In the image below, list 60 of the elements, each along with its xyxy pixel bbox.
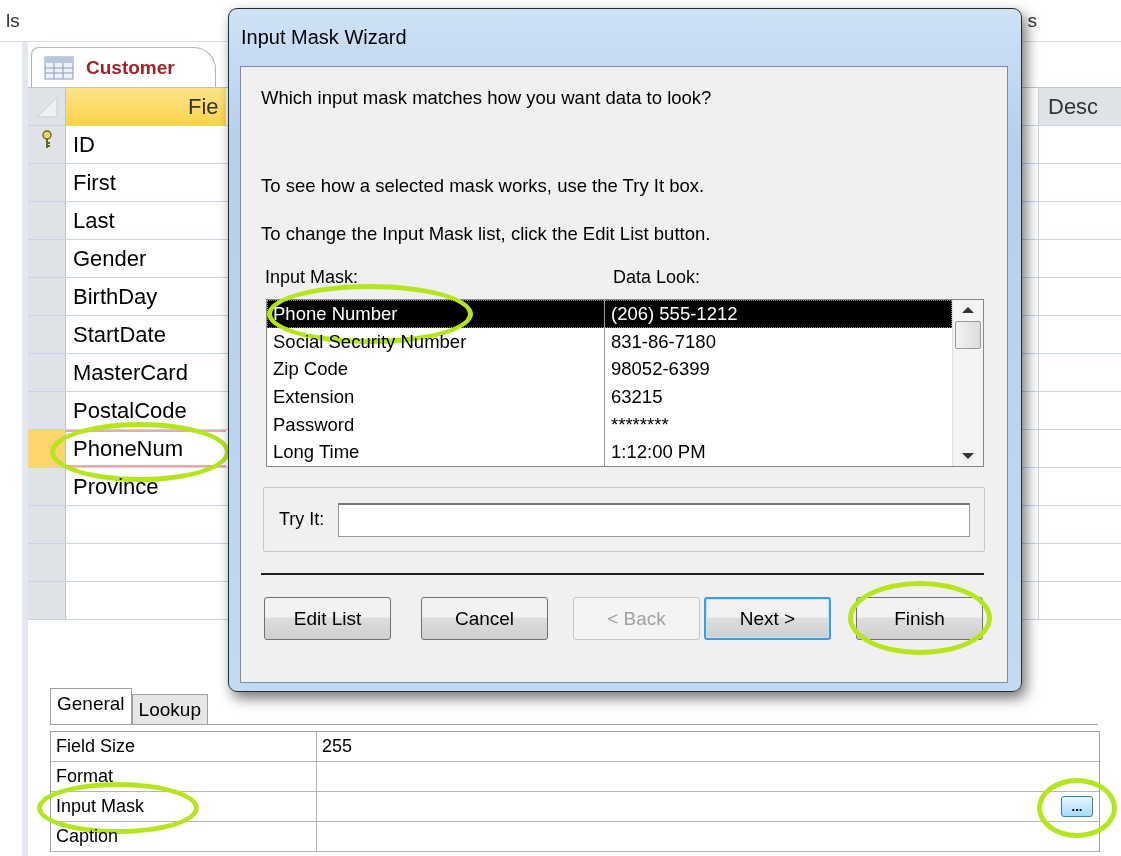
data-look-text: 1:12:00 PM xyxy=(610,441,706,464)
field-name-text: Last xyxy=(73,207,115,234)
field-name-text: First xyxy=(73,169,116,196)
instruction-text: To change the Input Mask list, click the Edit List button. xyxy=(261,223,712,245)
property-label: Field Size xyxy=(56,736,136,757)
data-look-text: 63215 xyxy=(610,385,663,408)
dialog-button[interactable]: Cancel xyxy=(421,597,548,640)
column-header: Input Mask: xyxy=(265,267,360,289)
mask-name: Phone Number xyxy=(273,302,398,325)
property-label: Format xyxy=(56,766,113,787)
property-label: Caption xyxy=(56,826,119,847)
data-look-text: ******** xyxy=(610,413,669,436)
table-icon xyxy=(44,55,74,80)
mask-name: Zip Code xyxy=(273,358,349,381)
mask-list-item[interactable]: Password ******** xyxy=(267,410,952,439)
try-it-label: Try It: xyxy=(279,509,325,530)
property-label: Input Mask xyxy=(56,796,145,817)
column-header: Data Look: xyxy=(613,267,701,289)
row-selector[interactable] xyxy=(28,126,66,163)
field-name-text: PhoneNum xyxy=(73,435,184,462)
builder-button[interactable]: ... xyxy=(1061,796,1093,817)
mask-name: Social Security Number xyxy=(273,330,467,353)
property-tab[interactable]: Lookup xyxy=(131,694,208,724)
dialog-title: Input Mask Wizard xyxy=(240,25,408,50)
data-look-text: 98052-6399 xyxy=(610,358,710,381)
ribbon-label-fragment: ls xyxy=(5,9,20,32)
mask-list-item[interactable]: Social Security Number 831-86-7180 xyxy=(267,327,952,356)
instruction-text: To see how a selected mask works, use the Try It box. xyxy=(261,175,706,197)
try-it-field[interactable] xyxy=(338,502,970,537)
mask-list-item[interactable]: Long Time 1:12:00 PM xyxy=(267,438,952,467)
mask-list-item[interactable]: Zip Code 98052-6399 xyxy=(267,355,952,384)
mask-list-item[interactable]: Phone Number (206) 555-1212 xyxy=(267,300,952,328)
scroll-down-icon[interactable] xyxy=(961,452,975,460)
field-name-text: StartDate xyxy=(73,321,166,348)
select-all-corner-icon[interactable] xyxy=(34,94,59,119)
field-name-text: PostalCode xyxy=(73,397,187,424)
field-name-text: BirthDay xyxy=(73,283,158,310)
field-name-text: ID xyxy=(73,131,95,158)
data-look-text: (206) 555-1212 xyxy=(610,302,738,325)
ribbon-label-fragment: s xyxy=(1027,9,1037,32)
dialog-button[interactable]: Edit List xyxy=(264,597,391,640)
field-name-text: Gender xyxy=(73,245,147,272)
column-header: Fie xyxy=(66,88,226,125)
scroll-thumb[interactable] xyxy=(955,321,981,349)
property-value: 255 xyxy=(322,736,353,757)
dialog-button[interactable]: Next > xyxy=(704,597,831,640)
mask-list-item[interactable]: Extension 63215 xyxy=(267,383,952,411)
document-tab[interactable]: Customer xyxy=(31,47,216,87)
scroll-up-icon[interactable] xyxy=(961,306,975,314)
mask-name: Long Time xyxy=(273,441,360,464)
question-text: Which input mask matches how you want data to look? xyxy=(261,87,713,109)
field-name-text: Province xyxy=(73,473,159,500)
scrollbar[interactable] xyxy=(952,300,983,466)
data-look-text: 831-86-7180 xyxy=(610,330,716,353)
property-tab[interactable]: General xyxy=(50,688,132,724)
dialog-button[interactable]: Finish xyxy=(856,597,983,640)
field-name-text: MasterCard xyxy=(73,359,188,386)
column-header: Desc xyxy=(1038,88,1121,125)
mask-name: Password xyxy=(273,413,355,436)
mask-name: Extension xyxy=(273,385,355,408)
